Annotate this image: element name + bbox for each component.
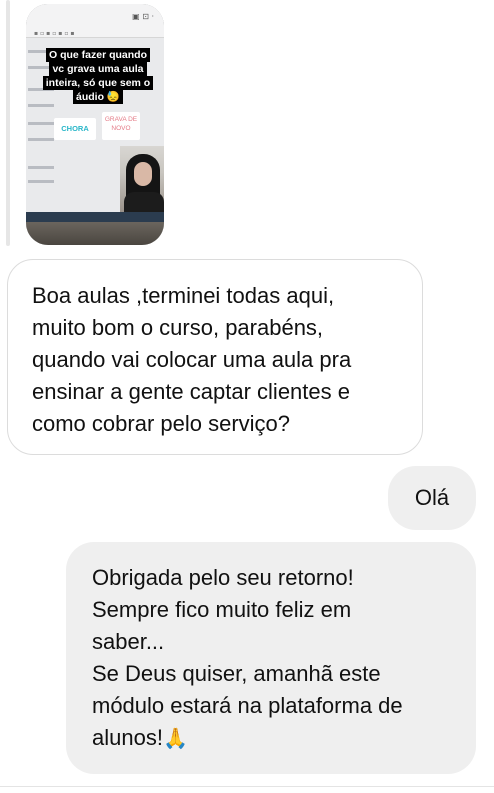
incoming-message-bubble[interactable]: Boa aulas ,terminei todas aqui, muito bo… bbox=[7, 259, 423, 455]
story-chip-grava-de-novo: GRAVA DE NOVO bbox=[102, 112, 140, 140]
doc-line bbox=[28, 166, 54, 169]
toolbar-icons: ▪▫▪▫▪▫▪ bbox=[34, 30, 77, 37]
person-face bbox=[134, 162, 152, 186]
folded-hands-icon: 🙏 bbox=[162, 726, 188, 750]
composer-edge bbox=[0, 786, 494, 793]
window-controls-icon: ▣ ⊡ · bbox=[132, 12, 154, 21]
person-body bbox=[124, 192, 164, 214]
doc-line bbox=[28, 180, 54, 183]
story-caption: O que fazer quando vc grava uma aula int… bbox=[42, 48, 154, 104]
chip-line-2: NOVO bbox=[111, 125, 131, 132]
story-reply-thumbnail[interactable]: ▣ ⊡ · ▪▫▪▫▪▫▪ O que fazer quando vc grav… bbox=[26, 4, 164, 245]
story-chip-chora: CHORA bbox=[54, 118, 96, 140]
incoming-message-text: Boa aulas ,terminei todas aqui, muito bo… bbox=[32, 283, 352, 436]
reply-indicator-bar bbox=[6, 0, 10, 246]
doc-line bbox=[28, 122, 54, 125]
story-desk-bottom bbox=[26, 222, 164, 245]
outgoing-message-bubble[interactable]: Obrigada pelo seu retorno! Sempre fico m… bbox=[66, 542, 476, 774]
doc-line bbox=[28, 138, 54, 141]
story-taskbar bbox=[26, 212, 164, 222]
doc-line bbox=[28, 104, 54, 107]
outgoing-message-bubble[interactable]: Olá bbox=[388, 466, 476, 530]
outgoing-message-text: Olá bbox=[414, 485, 450, 510]
chip-line-1: GRAVA DE bbox=[104, 116, 138, 123]
outgoing-message-text: Obrigada pelo seu retorno! Sempre fico m… bbox=[92, 565, 403, 750]
